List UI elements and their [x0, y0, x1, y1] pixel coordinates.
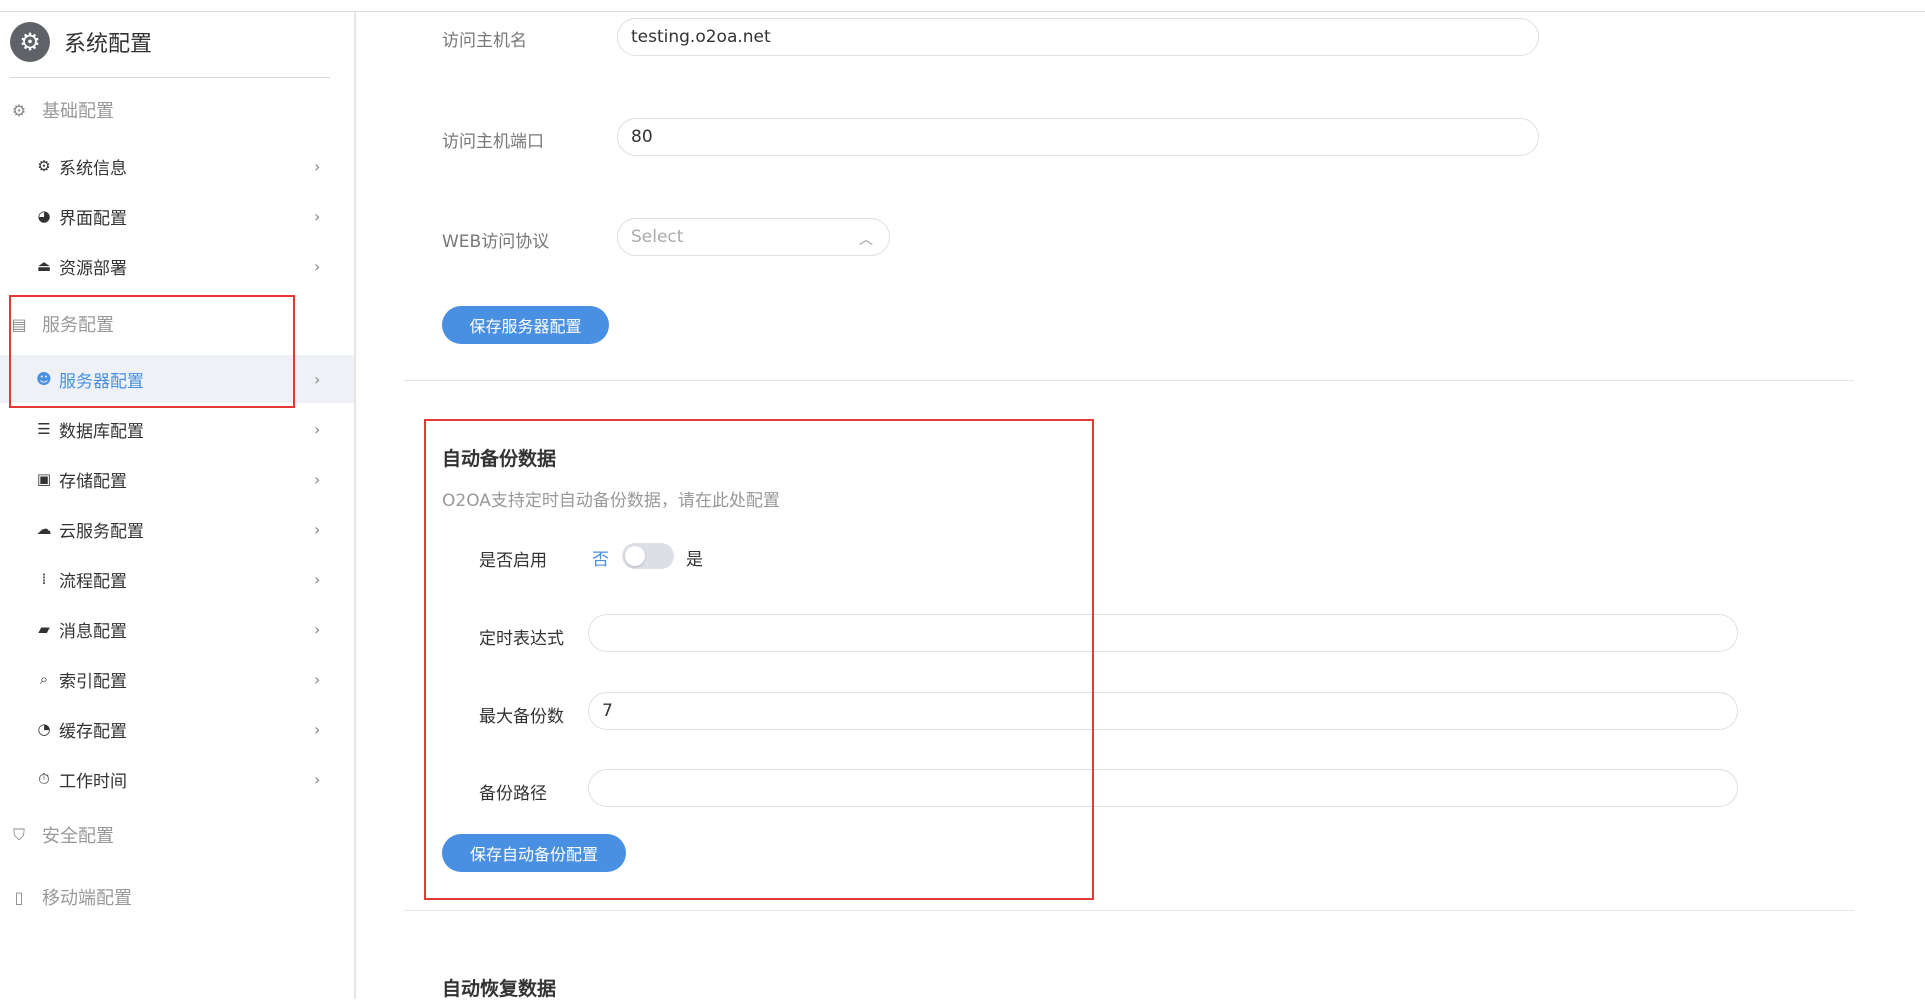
- port-label: 访问主机端口: [442, 132, 544, 152]
- message-icon: ▰: [38, 620, 50, 638]
- annotation-highlight-backup: [424, 419, 1094, 900]
- flow-icon: ⁞: [41, 570, 47, 588]
- app-header: ⚙ 系统配置: [10, 17, 152, 67]
- group-mobile-label: 移动端配置: [42, 888, 132, 909]
- protocol-label: WEB访问协议: [442, 232, 550, 252]
- sidebar-item-cloud-config[interactable]: ☁ 云服务配置 ›: [0, 505, 354, 553]
- chevron-right-icon: ›: [314, 519, 321, 539]
- chevron-right-icon: ›: [314, 369, 321, 389]
- sidebar-item-storage-config[interactable]: ▣ 存储配置 ›: [0, 455, 354, 503]
- sidebar-item-message-config[interactable]: ▰ 消息配置 ›: [0, 605, 354, 653]
- header-divider: [10, 77, 330, 78]
- sidebar-item-label: 工作时间: [59, 771, 127, 792]
- port-input[interactable]: 80: [617, 118, 1539, 156]
- sidebar-item-system-info[interactable]: ⚙ 系统信息 ›: [0, 142, 354, 190]
- sidebar-item-database-config[interactable]: ☰ 数据库配置 ›: [0, 405, 354, 453]
- chevron-right-icon: ›: [314, 156, 321, 176]
- group-security[interactable]: ⛉ 安全配置: [10, 820, 114, 850]
- annotation-highlight-sidebar: [9, 295, 295, 408]
- section-divider: [404, 910, 1854, 911]
- sidebar-item-label: 消息配置: [59, 621, 127, 642]
- stopwatch-icon: ⏱: [38, 770, 50, 788]
- palette-icon: ◕: [37, 207, 51, 225]
- sidebar-item-label: 系统信息: [59, 158, 127, 179]
- sidebar-item-label: 存储配置: [59, 471, 127, 492]
- sidebar-item-label: 云服务配置: [59, 521, 144, 542]
- chevron-right-icon: ›: [314, 619, 321, 639]
- protocol-select[interactable]: Select ︿: [617, 218, 890, 256]
- sidebar-item-label: 流程配置: [59, 571, 127, 592]
- chevron-right-icon: ›: [314, 569, 321, 589]
- restore-section-title: 自动恢复数据: [442, 978, 557, 1000]
- archive-icon: ▣: [36, 470, 52, 488]
- sidebar-item-index-config[interactable]: ⌕ 索引配置 ›: [0, 655, 354, 703]
- upload-icon: ⏏: [36, 257, 52, 275]
- cloud-icon: ☁: [36, 520, 52, 538]
- group-basic-label: 基础配置: [42, 101, 114, 122]
- app-title: 系统配置: [64, 32, 153, 57]
- sidebar-item-ui-config[interactable]: ◕ 界面配置 ›: [0, 192, 354, 240]
- pie-icon: ◔: [37, 720, 51, 738]
- sidebar-item-resource-deploy[interactable]: ⏏ 资源部署 ›: [0, 242, 354, 290]
- protocol-placeholder: Select: [631, 227, 684, 247]
- sidebar-item-label: 缓存配置: [59, 721, 127, 742]
- sidebar-divider: [354, 12, 356, 999]
- save-server-config-button[interactable]: 保存服务器配置: [442, 306, 609, 344]
- chevron-right-icon: ›: [314, 669, 321, 689]
- sidebar-item-process-config[interactable]: ⁞ 流程配置 ›: [0, 555, 354, 603]
- host-label: 访问主机名: [442, 31, 527, 51]
- section-divider: [404, 380, 1854, 381]
- sidebar-item-cache-config[interactable]: ◔ 缓存配置 ›: [0, 705, 354, 753]
- shield-icon: ⛉: [12, 825, 25, 844]
- chevron-up-icon: ︿: [859, 232, 873, 248]
- sidebar-item-label: 资源部署: [59, 258, 127, 279]
- mobile-icon: ▯: [14, 887, 24, 907]
- chevron-right-icon: ›: [314, 469, 321, 489]
- group-basic[interactable]: ⚙ 基础配置: [10, 95, 114, 125]
- chevron-right-icon: ›: [314, 256, 321, 276]
- chevron-right-icon: ›: [314, 206, 321, 226]
- sidebar-item-label: 界面配置: [59, 208, 127, 229]
- chevron-right-icon: ›: [314, 769, 321, 789]
- search-icon: ⌕: [39, 670, 49, 688]
- sidebar-item-work-time[interactable]: ⏱ 工作时间 ›: [0, 755, 354, 803]
- gear-icon: ⚙: [10, 22, 50, 62]
- chevron-right-icon: ›: [314, 719, 321, 739]
- group-security-label: 安全配置: [42, 826, 114, 847]
- gear-icon: ⚙: [11, 100, 27, 120]
- sidebar-item-label: 数据库配置: [59, 421, 144, 442]
- gear-icon: ⚙: [37, 157, 51, 175]
- group-mobile[interactable]: ▯ 移动端配置: [10, 882, 132, 912]
- database-icon: ☰: [37, 420, 51, 438]
- sidebar-item-label: 索引配置: [59, 671, 127, 692]
- chevron-right-icon: ›: [314, 419, 321, 439]
- host-input[interactable]: testing.o2oa.net: [617, 18, 1539, 56]
